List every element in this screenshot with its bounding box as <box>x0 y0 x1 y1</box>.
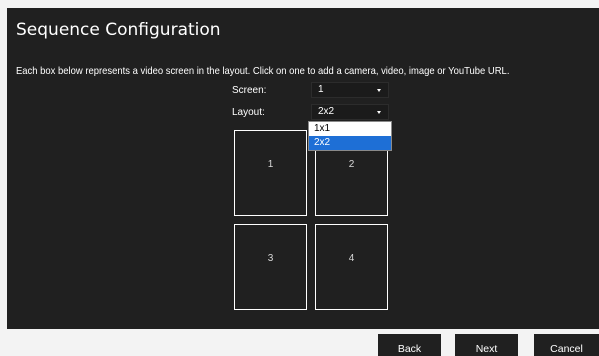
layout-dropdown-list: 1x1 2x2 <box>308 121 392 151</box>
layout-box-3[interactable]: 3 <box>234 224 307 310</box>
layout-box-number: 3 <box>267 253 274 264</box>
layout-box-number: 2 <box>348 159 355 170</box>
layout-label: Layout: <box>232 107 265 118</box>
layout-box-number: 4 <box>348 253 355 264</box>
chevron-down-icon <box>377 89 381 92</box>
back-button[interactable]: Back <box>378 334 441 356</box>
layout-select[interactable]: 2x2 <box>311 104 389 120</box>
layout-box-4[interactable]: 4 <box>315 224 388 310</box>
screen-label: Screen: <box>232 85 267 96</box>
screen-select[interactable]: 1 <box>311 82 389 98</box>
next-button[interactable]: Next <box>455 334 518 356</box>
top-strip <box>0 0 599 8</box>
layout-box-1[interactable]: 1 <box>234 130 307 216</box>
layout-select-value: 2x2 <box>318 106 335 117</box>
dialog-description: Each box below represents a video screen… <box>16 65 510 77</box>
layout-option-1x1[interactable]: 1x1 <box>309 122 391 136</box>
chevron-down-icon <box>377 111 381 114</box>
layout-box-number: 1 <box>267 159 274 170</box>
screen-select-value: 1 <box>318 84 324 95</box>
dialog-title: Sequence Configuration <box>16 20 221 40</box>
layout-option-2x2[interactable]: 2x2 <box>309 136 391 150</box>
cancel-button[interactable]: Cancel <box>534 334 599 356</box>
